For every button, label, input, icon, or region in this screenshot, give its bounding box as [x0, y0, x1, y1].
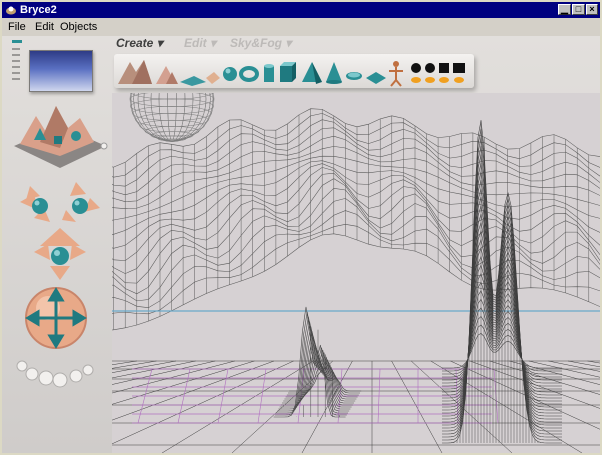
scene-viewport[interactable] — [112, 93, 600, 453]
close-icon: × — [589, 4, 595, 14]
tab-sky-fog-label: Sky&Fog — [230, 36, 283, 50]
small-terrain-peak[interactable] — [273, 306, 362, 418]
menu-edit[interactable]: Edit — [35, 21, 54, 33]
nano-preview[interactable] — [29, 50, 93, 92]
window-title: Bryce2 — [20, 4, 57, 16]
camera-crosspad[interactable] — [25, 287, 87, 349]
minimize-icon: ▁ — [561, 4, 568, 14]
minimize-button[interactable]: ▁ — [558, 4, 571, 15]
camera-controls — [14, 106, 108, 388]
terrain-wireframe[interactable] — [112, 108, 600, 332]
water-plane-icon[interactable] — [180, 76, 206, 86]
camera-trackball-xy[interactable] — [20, 186, 50, 222]
cylinder-icon[interactable] — [264, 64, 274, 82]
torus-icon[interactable] — [239, 66, 259, 82]
close-button[interactable]: × — [586, 4, 598, 15]
2d-picture-icon[interactable] — [411, 63, 465, 83]
maximize-button[interactable]: □ — [572, 4, 585, 15]
wireframe-scene — [112, 93, 600, 453]
maximize-icon: □ — [575, 4, 582, 14]
tab-edit-label: Edit — [184, 36, 207, 50]
side-control-dot[interactable] — [12, 78, 20, 80]
menu-file[interactable]: File — [8, 21, 26, 33]
camera-trackball-xz[interactable] — [34, 228, 86, 280]
create-toolbar — [114, 54, 474, 88]
title-bar: Bryce2 ▁ □ × — [2, 2, 600, 18]
side-control-dot[interactable] — [12, 54, 20, 56]
camera-memory-dots[interactable] — [16, 360, 94, 388]
view-control[interactable] — [14, 106, 106, 168]
light-icon[interactable] — [389, 61, 403, 87]
tab-create-label: Create — [116, 36, 154, 50]
tab-edit[interactable]: Edit ▾ — [184, 36, 216, 50]
side-control-dot[interactable] — [12, 48, 20, 50]
camera-trackball-z[interactable] — [62, 182, 100, 222]
pyramid-icon[interactable] — [302, 62, 322, 84]
workspace: Create ▾ Edit ▾ Sky&Fog ▾ — [2, 36, 600, 453]
create-tool-icons — [118, 60, 465, 87]
disk-icon[interactable] — [346, 72, 362, 80]
cone-icon[interactable] — [326, 62, 342, 84]
render-indicator[interactable] — [12, 40, 22, 43]
tab-create[interactable]: Create ▾ — [116, 36, 163, 50]
side-control-dot[interactable] — [12, 66, 20, 68]
view-options-dot[interactable] — [100, 142, 108, 150]
app-window: Bryce2 ▁ □ × File Edit Objects Create ▾ … — [0, 0, 602, 455]
side-control-dot[interactable] — [12, 72, 20, 74]
bryce-app-icon[interactable] — [5, 4, 17, 16]
tab-sky-fog[interactable]: Sky&Fog ▾ — [230, 36, 291, 50]
sphere-icon[interactable] — [223, 67, 237, 81]
menu-bar: File Edit Objects — [2, 18, 600, 36]
square-icon[interactable] — [366, 72, 386, 84]
infinite-plane-icon[interactable] — [206, 72, 220, 84]
wireframe-sphere[interactable] — [129, 93, 215, 142]
side-control-dot[interactable] — [12, 60, 20, 62]
menu-objects[interactable]: Objects — [60, 21, 97, 33]
symmetrical-lattice-icon[interactable] — [156, 66, 178, 84]
terrain-icon[interactable] — [118, 60, 152, 84]
tall-terrain-peak[interactable] — [441, 120, 562, 444]
cube-icon[interactable] — [280, 62, 296, 82]
